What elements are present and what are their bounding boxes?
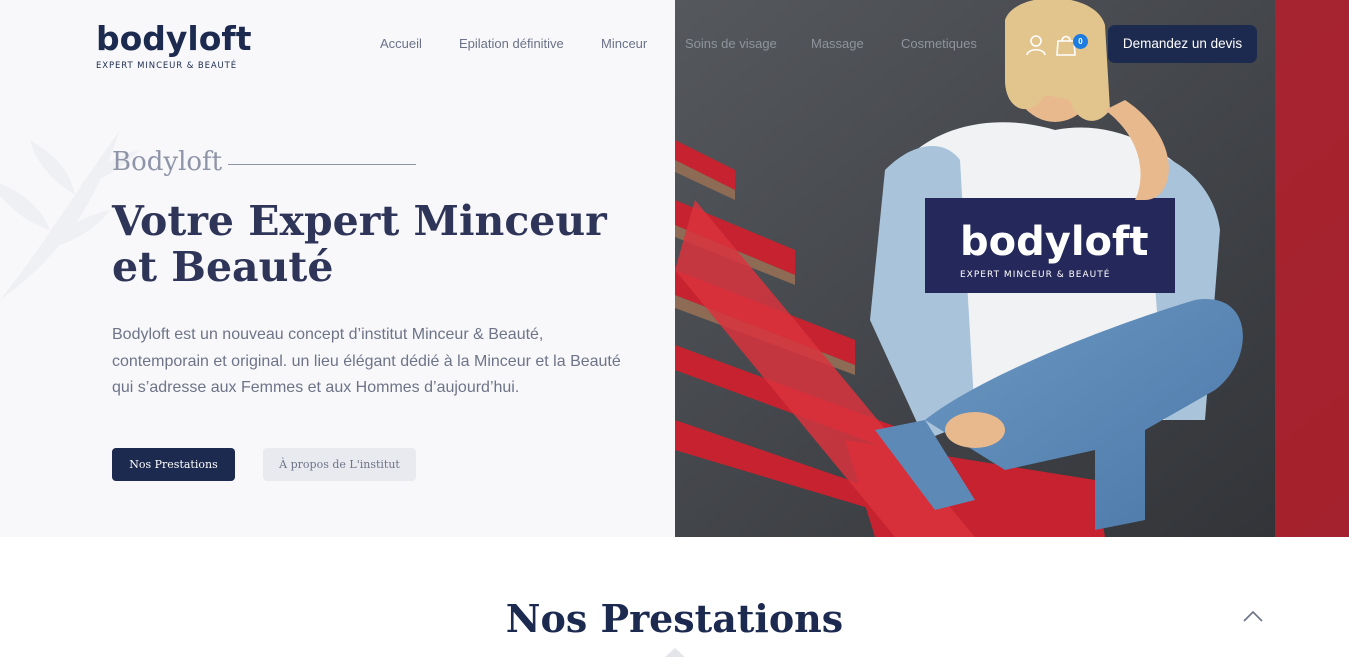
section-marker	[664, 648, 686, 657]
cart-count-badge: 0	[1073, 34, 1088, 49]
about-institute-button[interactable]: À propos de L'institut	[263, 448, 416, 481]
logo-tagline: EXPERT MINCEUR & BEAUTÉ	[96, 61, 238, 71]
user-icon[interactable]	[1025, 34, 1047, 56]
nav-item-massage[interactable]: Massage	[811, 36, 864, 51]
nav-item-cosmetiques[interactable]: Cosmetiques	[901, 36, 977, 51]
hero-photo: bodyloft EXPERT MINCEUR & BEAUTÉ	[675, 0, 1349, 537]
shirt-logo-text: bodyloft	[960, 219, 1149, 265]
nav-item-soins-visage[interactable]: Soins de visage	[685, 36, 777, 51]
nav-item-epilation[interactable]: Epilation définitive	[459, 36, 564, 51]
nos-prestations-button[interactable]: Nos Prestations	[112, 448, 235, 481]
request-quote-button[interactable]: Demandez un devis	[1108, 25, 1257, 63]
hero-kicker: Bodyloft	[112, 147, 223, 177]
hero-description: Bodyloft est un nouveau concept d’instit…	[112, 326, 621, 396]
logo-wordmark: bodyloft	[96, 19, 252, 58]
hero-headline: Votre Expert Minceur et Beauté	[112, 197, 607, 291]
kicker-divider	[228, 164, 416, 165]
bodyloft-logo[interactable]: bodyloft EXPERT MINCEUR & BEAUTÉ	[96, 19, 256, 72]
nav-item-minceur[interactable]: Minceur	[601, 36, 647, 51]
shirt-tagline-text: EXPERT MINCEUR & BEAUTÉ	[960, 268, 1110, 280]
section-title: Nos Prestations	[505, 596, 844, 641]
chevron-up-icon[interactable]	[1241, 606, 1265, 626]
nav-item-accueil[interactable]: Accueil	[380, 36, 422, 51]
woman-on-stairs-image: bodyloft EXPERT MINCEUR & BEAUTÉ	[675, 0, 1349, 537]
